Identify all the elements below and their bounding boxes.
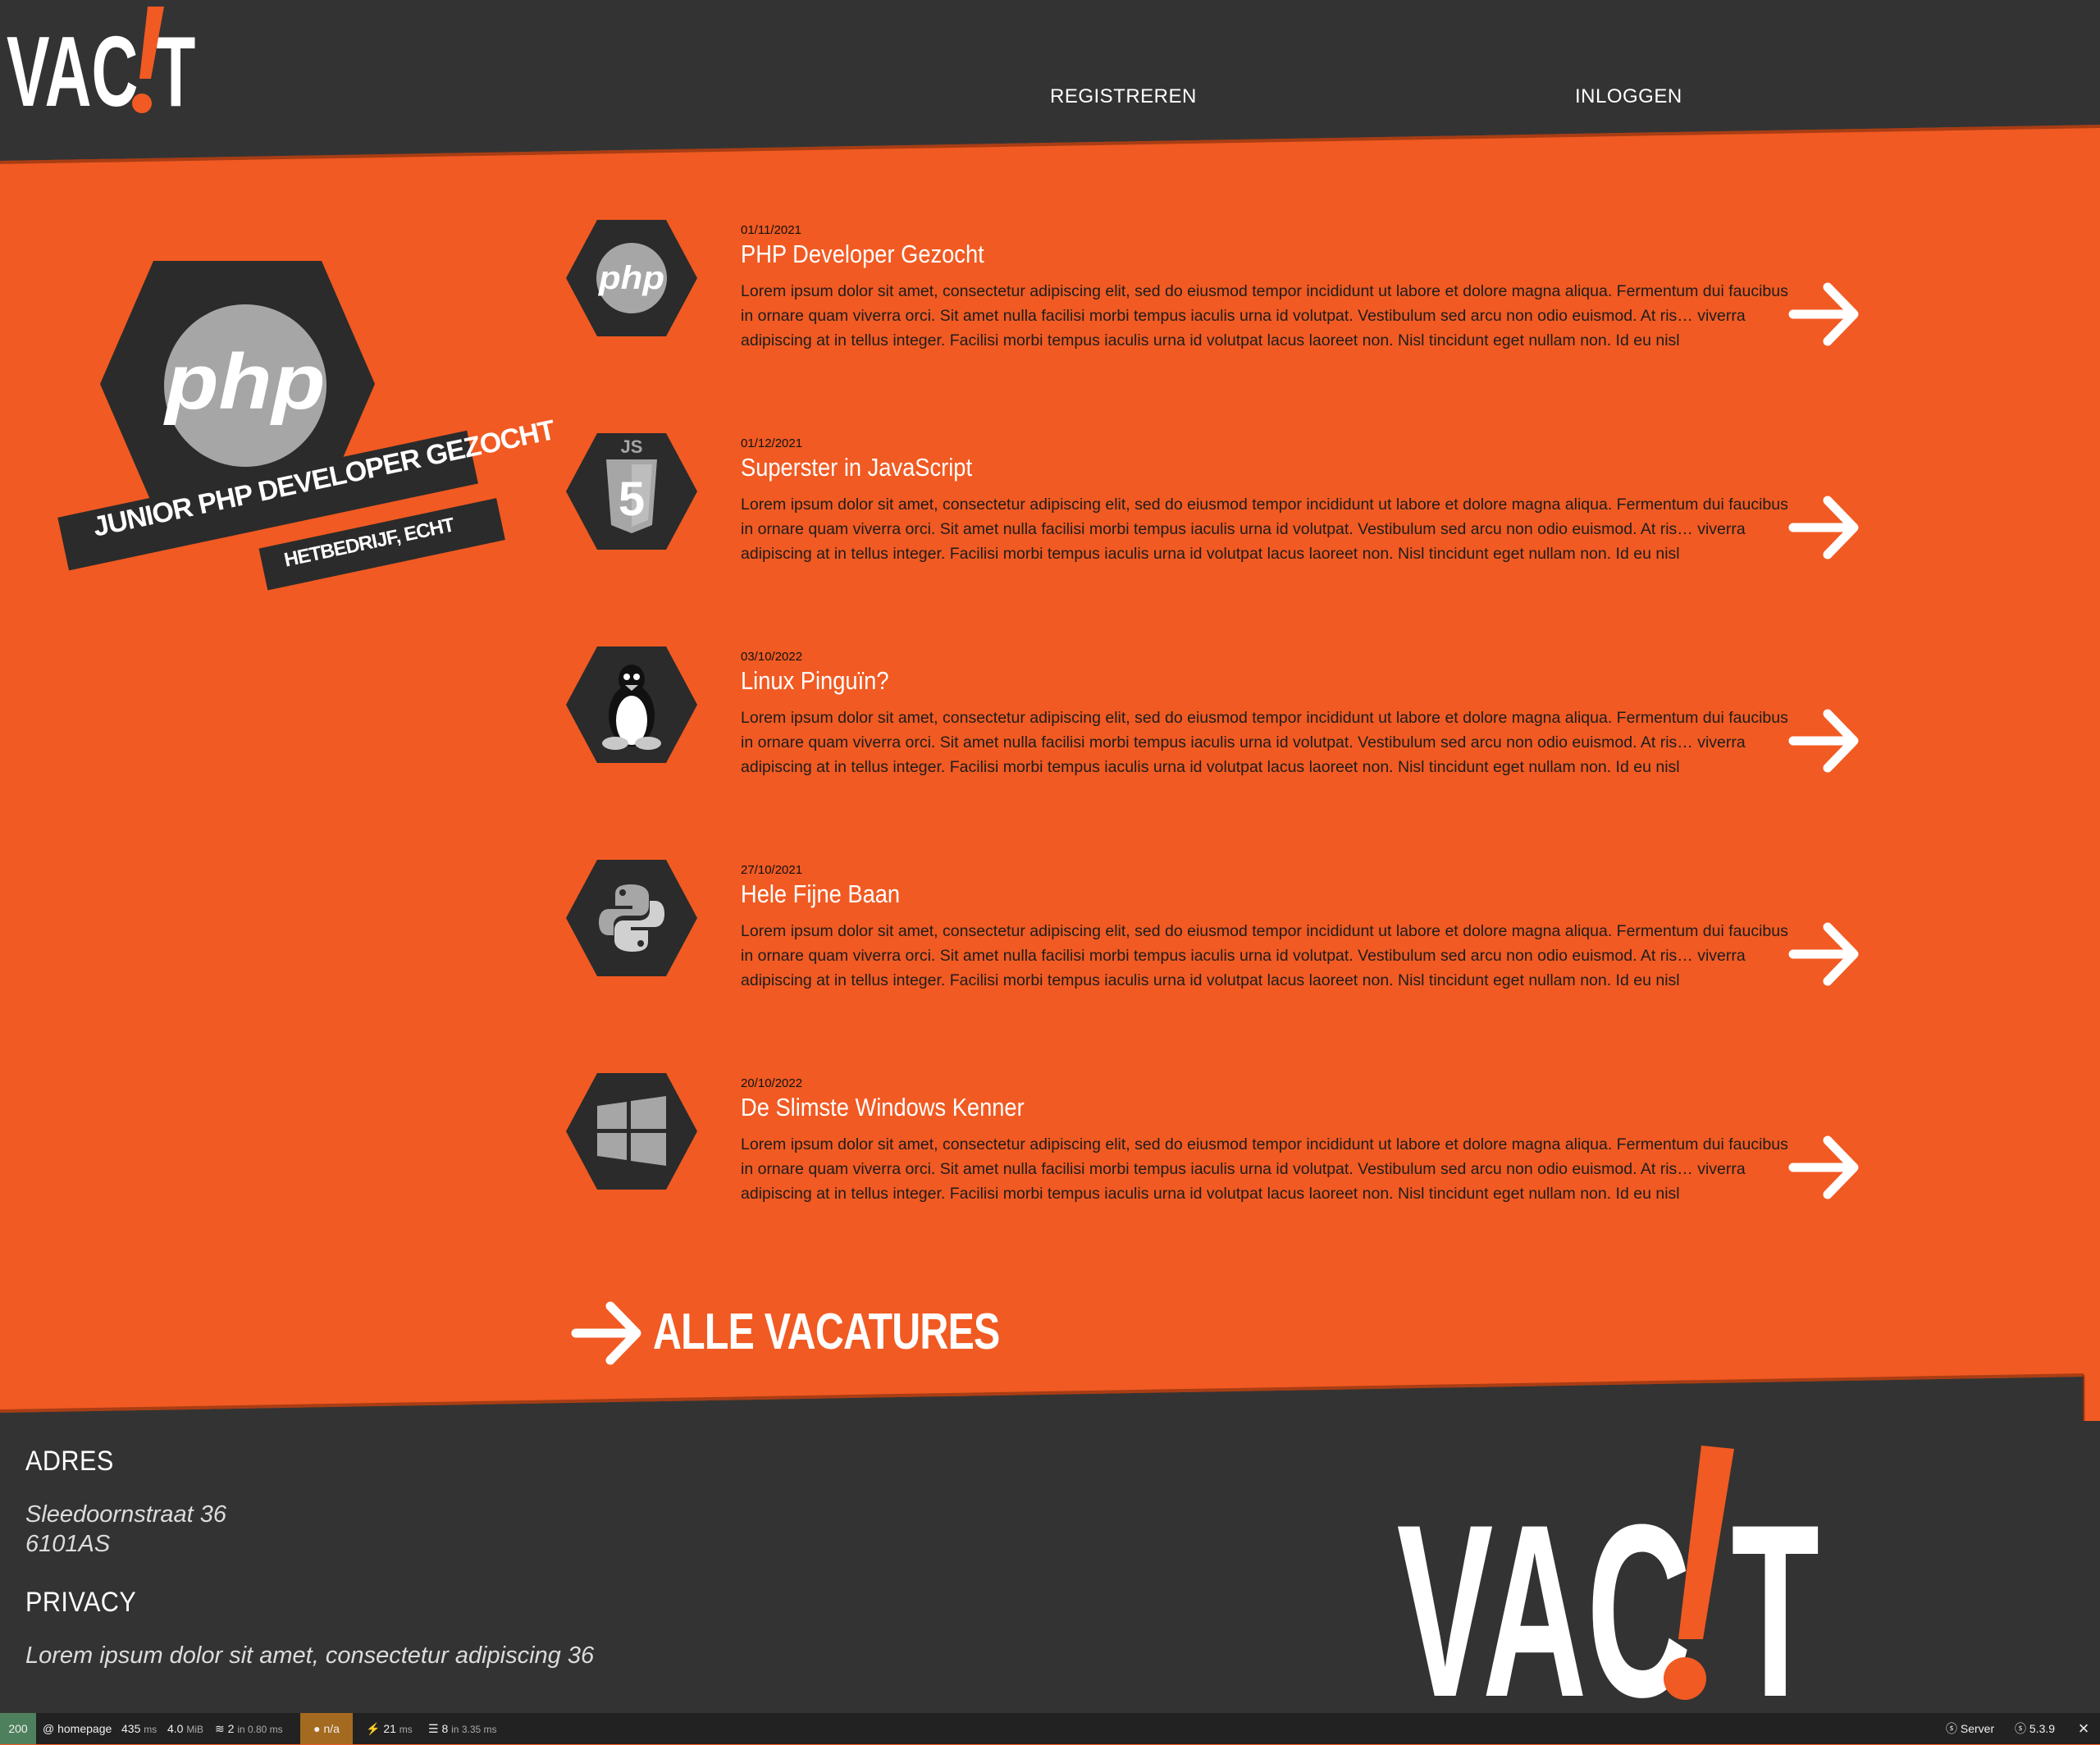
header-angled-edge [0,121,2100,164]
db-value: 8 [441,1722,449,1735]
footer-street: Sleedoornstraat 36 [25,1501,227,1528]
server-info[interactable]: ⓢ Server [1946,1713,1994,1744]
svg-text:JS: JS [621,436,643,457]
symfony-icon: ⓢ [1946,1722,1961,1735]
cache-detail: in 0.80 ms [237,1724,283,1735]
arrow-right-icon[interactable] [1788,704,1862,778]
svg-text:VAC T: VAC T [1397,1473,1819,1708]
time-unit: ms [144,1724,158,1735]
job-description: Lorem ipsum dolor sit amet, consectetur … [741,496,1788,563]
user-value: n/a [323,1722,340,1735]
arrow-right-icon[interactable] [1788,1131,1862,1204]
all-vacatures-label[interactable]: ALLE VACATURES [653,1303,1000,1361]
job-description: Lorem ipsum dolor sit amet, consectetur … [741,282,1788,349]
footer-adres-heading: ADRES [25,1446,114,1477]
windows-icon [566,1073,697,1190]
php-icon: php [566,220,697,336]
linux-penguin-icon [566,646,697,763]
vacit-logo-large: VAC T [1397,1446,1819,1708]
memory-value: 4.0 [167,1722,184,1735]
job-item[interactable]: JS 5 01/12/2021 Superster in JavaScript … [566,433,1879,564]
footer-zip: 6101AS [25,1531,111,1557]
nav-register-link[interactable]: REGISTREREN [1050,85,1197,108]
cache-value: 2 [227,1722,235,1735]
job-description: Lorem ipsum dolor sit amet, consectetur … [741,922,1788,989]
job-item[interactable]: 27/10/2021 Hele Fijne Baan Lorem ipsum d… [566,860,1879,991]
user-icon: ● [313,1722,324,1735]
user-info[interactable]: ● n/a [300,1713,353,1744]
featured-vacancy[interactable]: php JUNIOR PHP DEVELOPER GEZOCHT HETBEDR… [57,254,557,599]
debug-toolbar: 200 @ homepage 435 ms 4.0 MiB ≋ 2 in 0.8… [0,1713,2100,1744]
symfony-logo-icon: ⓢ [2015,1722,2029,1735]
memory-unit: MiB [186,1724,204,1735]
job-item[interactable]: php 01/11/2021 PHP Developer Gezocht Lor… [566,220,1879,351]
svg-text:php: php [162,338,325,426]
footer-privacy-text: Lorem ipsum dolor sit amet, consectetur … [25,1642,595,1669]
memory-info[interactable]: 4.0 MiB [167,1713,203,1744]
close-icon[interactable]: × [2067,1713,2100,1744]
nav-login-link[interactable]: INLOGGEN [1575,85,1682,108]
arrow-right-icon[interactable] [1788,917,1862,991]
server-label: Server [1960,1722,1995,1735]
job-title[interactable]: De Slimste Windows Kenner [741,1093,1025,1122]
arrow-right-icon[interactable] [1788,277,1862,351]
events-value: 21 [383,1722,396,1735]
vacit-logo[interactable]: VAC T [7,3,203,118]
job-date: 01/11/2021 [741,223,801,237]
arrow-right-icon [571,1301,641,1365]
all-vacatures-link[interactable]: ALLE VACATURES [571,1296,1145,1370]
job-date: 01/12/2021 [741,436,803,450]
job-date: 27/10/2021 [741,863,803,877]
job-description: Lorem ipsum dolor sit amet, consectetur … [741,709,1788,776]
route-icon: @ [43,1722,58,1735]
job-title[interactable]: PHP Developer Gezocht [741,240,984,269]
site-footer: ADRES Sleedoornstraat 36 6101AS PRIVACY … [0,1421,2100,1713]
job-title[interactable]: Linux Pinguïn? [741,666,888,696]
events-icon: ⚡ [366,1722,384,1735]
job-date: 03/10/2022 [741,650,803,664]
job-date: 20/10/2022 [741,1076,803,1090]
site-header: VAC T REGISTREREN INLOGGEN [0,0,2100,123]
job-item[interactable]: 03/10/2022 Linux Pinguïn? Lorem ipsum do… [566,646,1879,778]
version-info[interactable]: ⓢ 5.3.9 [2015,1713,2055,1744]
js-shield-icon: JS 5 [566,433,697,550]
status-badge[interactable]: 200 [0,1713,36,1744]
job-description: Lorem ipsum dolor sit amet, consectetur … [741,1135,1788,1203]
job-title[interactable]: Superster in JavaScript [741,453,972,482]
time-value: 435 [121,1722,141,1735]
version-value: 5.3.9 [2029,1722,2056,1735]
svg-text:php: php [598,260,664,296]
database-icon: ☰ [428,1722,442,1735]
events-unit: ms [399,1724,413,1735]
job-title[interactable]: Hele Fijne Baan [741,879,900,909]
db-detail: in 3.35 ms [451,1724,497,1735]
svg-text:5: 5 [619,473,645,526]
cache-info[interactable]: ≋ 2 in 0.80 ms [215,1713,283,1744]
job-item[interactable]: 20/10/2022 De Slimste Windows Kenner Lor… [566,1073,1879,1204]
route-info[interactable]: @ homepage [43,1713,112,1744]
footer-privacy-heading: PRIVACY [25,1587,137,1618]
arrow-right-icon[interactable] [1788,491,1862,564]
route-name: homepage [57,1722,112,1735]
time-info[interactable]: 435 ms [121,1713,157,1744]
database-info[interactable]: ☰ 8 in 3.35 ms [428,1713,497,1744]
footer-angled-edge [0,1373,2100,1428]
svg-text:VAC T: VAC T [7,16,195,118]
layers-icon: ≋ [215,1722,228,1735]
events-info[interactable]: ⚡ 21 ms [366,1713,413,1744]
python-icon [566,860,697,976]
